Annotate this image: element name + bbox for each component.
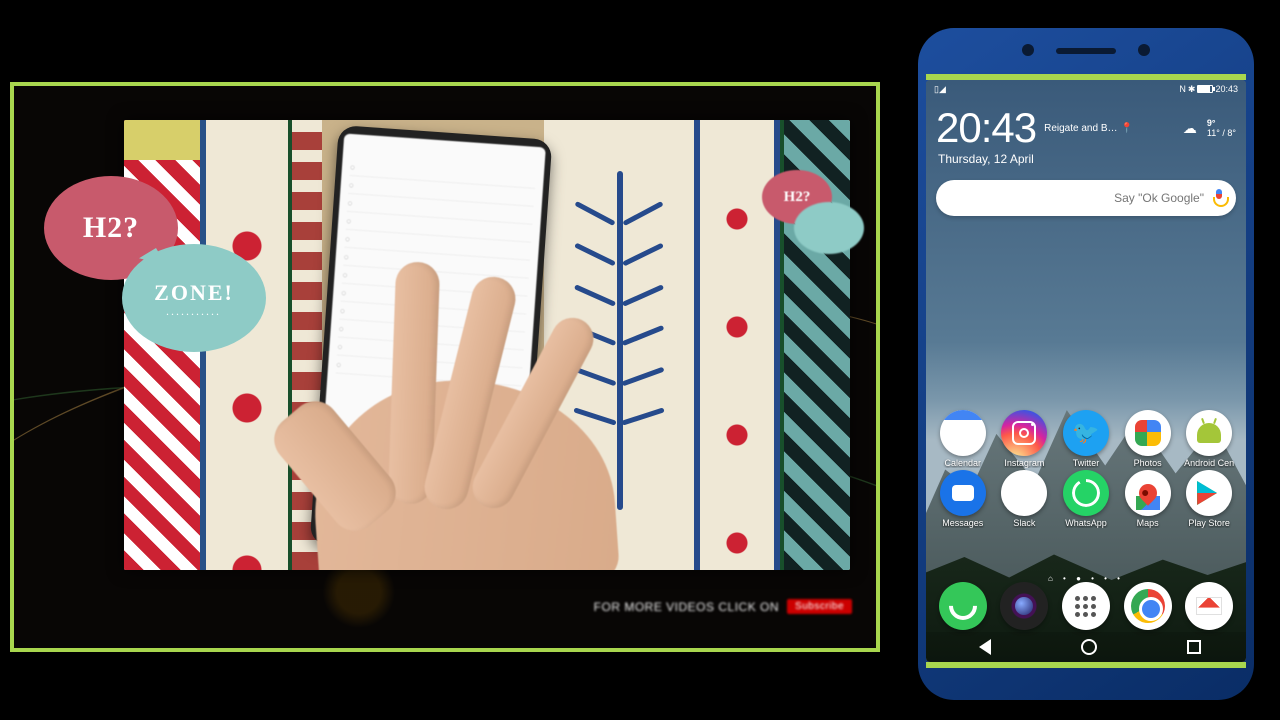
dock-phone[interactable] (939, 582, 987, 630)
app-slack[interactable]: SSlack (995, 470, 1053, 528)
temperature: 9° (1207, 118, 1216, 128)
date-text: Thursday, 12 April (938, 152, 1034, 166)
status-time: 20:43 (1215, 84, 1238, 94)
location-icon: 📍 (1121, 123, 1133, 134)
whatsapp-icon (1063, 470, 1109, 516)
clock-widget[interactable]: 20:43 Reigate and B… 📍 ☁ 9° 11° / 8° (936, 104, 1236, 152)
status-bar: ▯◢ N ✱ 20:43 (926, 80, 1246, 98)
bubble-text: H2? (83, 211, 139, 245)
clock-time: 20:43 (936, 104, 1036, 152)
nav-home-icon[interactable] (1081, 639, 1097, 655)
video-frame[interactable]: H2? ZONE! ........... H2? FOR MORE VIDEO… (10, 82, 880, 652)
nav-recent-icon[interactable] (1187, 640, 1201, 654)
search-input[interactable] (964, 191, 1212, 205)
front-camera-icon (1022, 44, 1034, 56)
calendar-icon: 31 (940, 410, 986, 456)
app-instagram[interactable]: Instagram (995, 410, 1053, 468)
dock-gmail[interactable] (1185, 582, 1233, 630)
video-content: H2? ZONE! ........... H2? FOR MORE VIDEO… (14, 86, 876, 648)
subscribe-button[interactable]: Subscribe (787, 599, 852, 614)
dock (932, 582, 1240, 630)
app-maps[interactable]: Maps (1119, 470, 1177, 528)
bubble-text: ZONE! (154, 280, 234, 306)
navigation-bar (926, 632, 1246, 662)
nav-back-icon[interactable] (971, 639, 991, 655)
messages-icon (940, 470, 986, 516)
twitter-icon: 🐦 (1063, 410, 1109, 456)
app-play-store[interactable]: Play Store (1180, 470, 1238, 528)
dock-app-drawer[interactable] (1062, 582, 1110, 630)
front-camera-icon (1138, 44, 1150, 56)
hand (294, 290, 624, 570)
tabletop-photo (124, 120, 850, 570)
signal-icon: ▯◢ (934, 84, 946, 95)
speech-bubble-zone: ZONE! ........... (122, 244, 266, 352)
phone-screen[interactable]: ▯◢ N ✱ 20:43 20:43 Reigate and B… 📍 ☁ 9°… (926, 80, 1246, 662)
slack-icon: S (1001, 470, 1047, 516)
dock-chrome[interactable] (1124, 582, 1172, 630)
bubble-dots: ........... (167, 308, 222, 317)
battery-icon (1197, 85, 1213, 93)
subscribe-caption: FOR MORE VIDEOS CLICK ON Subscribe (594, 599, 852, 614)
app-whatsapp[interactable]: WhatsApp (1057, 470, 1115, 528)
app-calendar[interactable]: 31Calendar (934, 410, 992, 468)
google-logo-icon (946, 189, 964, 207)
app-photos[interactable]: Photos (1119, 410, 1177, 468)
app-grid: 31Calendar Instagram 🐦Twitter Photos And… (932, 410, 1240, 528)
mini-bubble-zone (794, 202, 864, 254)
accent-bar (926, 662, 1246, 668)
play-store-icon (1186, 470, 1232, 516)
app-messages[interactable]: Messages (934, 470, 992, 528)
nfc-icon: N (1179, 84, 1186, 94)
speaker (1056, 48, 1116, 54)
phone-mockup: ▯◢ N ✱ 20:43 20:43 Reigate and B… 📍 ☁ 9°… (918, 28, 1254, 700)
location-text: Reigate and B… (1044, 123, 1117, 134)
photos-icon (1125, 410, 1171, 456)
app-android-central[interactable]: Android Cen (1180, 410, 1238, 468)
maps-icon (1125, 470, 1171, 516)
microphone-icon[interactable] (1212, 189, 1226, 207)
bluetooth-icon: ✱ (1188, 84, 1196, 95)
app-twitter[interactable]: 🐦Twitter (1057, 410, 1115, 468)
android-icon (1186, 410, 1232, 456)
dock-camera[interactable] (1000, 582, 1048, 630)
weather-icon: ☁ (1183, 120, 1197, 137)
google-search-bar[interactable] (936, 180, 1236, 216)
instagram-icon (1001, 410, 1047, 456)
